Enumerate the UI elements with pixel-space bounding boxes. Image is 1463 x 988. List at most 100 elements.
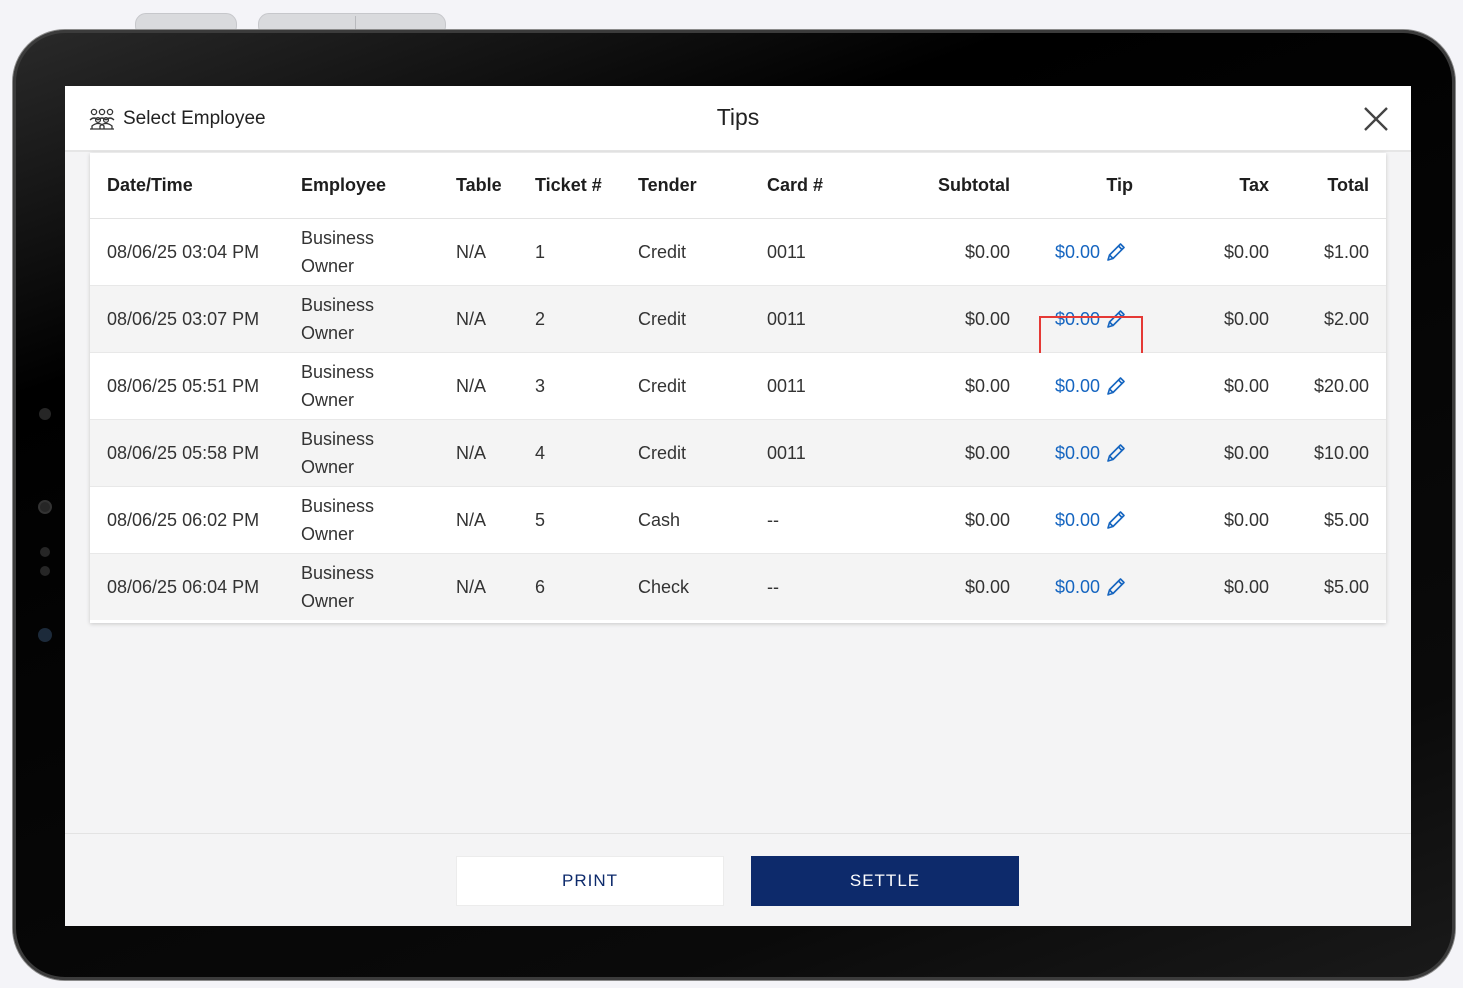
tip-cell: $0.00 xyxy=(1010,419,1160,487)
ticket-cell: 2 xyxy=(535,285,638,353)
tax-cell: $0.00 xyxy=(1160,352,1269,420)
employee-first-line: Business xyxy=(301,429,375,449)
employee-second-line: Owner xyxy=(301,591,355,611)
table-row[interactable]: 08/06/25 03:07 PM Business Owner N/A 2 C… xyxy=(90,285,1386,370)
pencil-icon xyxy=(1107,243,1125,261)
close-button[interactable] xyxy=(1361,104,1391,134)
table-cell: N/A xyxy=(456,352,535,420)
bottom-action-bar: PRINT SETTLE xyxy=(65,833,1411,926)
card-cell: -- xyxy=(767,486,880,554)
column-header: Subtotal xyxy=(880,153,1010,219)
edit-tip-button[interactable]: $0.00 xyxy=(1055,576,1127,598)
table-cell: N/A xyxy=(456,486,535,554)
employee-first-line: Business xyxy=(301,228,375,248)
ticket-cell: 6 xyxy=(535,553,638,620)
total-cell: $20.00 xyxy=(1269,352,1386,420)
employee-cell: Business Owner xyxy=(301,352,456,420)
employee-first-line: Business xyxy=(301,563,375,583)
page-title: Tips xyxy=(716,104,760,130)
ticket-cell: 3 xyxy=(535,352,638,420)
card-cell: 0011 xyxy=(767,419,880,487)
table-cell: N/A xyxy=(456,419,535,487)
tax-cell: $0.00 xyxy=(1160,285,1269,353)
employee-second-line: Owner xyxy=(301,457,355,477)
column-header: Tax xyxy=(1160,153,1269,219)
tip-amount: $0.00 xyxy=(1055,241,1101,262)
employee-first-line: Business xyxy=(301,362,375,382)
tip-cell: $0.00 xyxy=(1010,218,1160,286)
print-button[interactable]: PRINT xyxy=(456,856,724,906)
table-row[interactable]: 08/06/25 05:58 PM Business Owner N/A 4 C… xyxy=(90,419,1386,487)
column-header: Table xyxy=(456,153,535,219)
table-row[interactable]: 08/06/25 03:04 PM Business Owner N/A 1 C… xyxy=(90,218,1386,286)
ticket-cell: 4 xyxy=(535,419,638,487)
tip-cell: $0.00 xyxy=(1010,486,1160,554)
column-header: Total xyxy=(1269,153,1386,219)
ticket-cell: 1 xyxy=(535,218,638,286)
edit-tip-button[interactable]: $0.00 xyxy=(1055,509,1127,531)
table-header-row: Date/Time Employee Table Ticket # Tender… xyxy=(90,153,1386,219)
tip-amount: $0.00 xyxy=(1055,375,1101,396)
table-cell: N/A xyxy=(456,285,535,353)
card-cell: 0011 xyxy=(767,218,880,286)
table-row[interactable]: 08/06/25 05:51 PM Business Owner N/A 3 C… xyxy=(90,352,1386,420)
employee-first-line: Business xyxy=(301,496,375,516)
total-cell: $5.00 xyxy=(1269,553,1386,620)
camera-dot xyxy=(39,408,51,420)
tip-amount: $0.00 xyxy=(1055,308,1101,329)
card-cell: -- xyxy=(767,553,880,620)
settle-button[interactable]: SETTLE xyxy=(751,856,1019,906)
edit-tip-button[interactable]: $0.00 xyxy=(1039,308,1143,370)
table-cell: N/A xyxy=(456,553,535,620)
subtotal-cell: $0.00 xyxy=(880,218,1010,286)
total-cell: $1.00 xyxy=(1269,218,1386,286)
total-cell: $10.00 xyxy=(1269,419,1386,487)
card-cell: 0011 xyxy=(767,285,880,353)
edit-tip-button[interactable]: $0.00 xyxy=(1055,375,1127,397)
pencil-icon xyxy=(1107,377,1125,395)
employee-cell: Business Owner xyxy=(301,486,456,554)
camera-lens xyxy=(38,500,52,514)
tender-cell: Credit xyxy=(638,285,767,353)
pencil-icon xyxy=(1107,511,1125,529)
edit-tip-button[interactable]: $0.00 xyxy=(1055,442,1127,464)
employee-cell: Business Owner xyxy=(301,285,456,353)
employee-second-line: Owner xyxy=(301,323,355,343)
tax-cell: $0.00 xyxy=(1160,419,1269,487)
tips-table: Date/Time Employee Table Ticket # Tender… xyxy=(90,153,1386,620)
subtotal-cell: $0.00 xyxy=(880,486,1010,554)
datetime-cell: 08/06/25 05:51 PM xyxy=(90,352,301,420)
edit-tip-button[interactable]: $0.00 xyxy=(1055,241,1127,263)
table-row[interactable]: 08/06/25 06:02 PM Business Owner N/A 5 C… xyxy=(90,486,1386,554)
column-header: Ticket # xyxy=(535,153,638,219)
column-header: Employee xyxy=(301,153,456,219)
close-icon xyxy=(1364,107,1388,131)
datetime-cell: 08/06/25 06:02 PM xyxy=(90,486,301,554)
tax-cell: $0.00 xyxy=(1160,486,1269,554)
column-header: Date/Time xyxy=(90,153,301,219)
column-header: Tender xyxy=(638,153,767,219)
employee-second-line: Owner xyxy=(301,256,355,276)
pencil-icon xyxy=(1107,444,1125,462)
tender-cell: Cash xyxy=(638,486,767,554)
table-row[interactable]: 08/06/25 06:04 PM Business Owner N/A 6 C… xyxy=(90,553,1386,620)
card-cell: 0011 xyxy=(767,352,880,420)
tips-table-card: Date/Time Employee Table Ticket # Tender… xyxy=(90,153,1386,623)
employee-cell: Business Owner xyxy=(301,419,456,487)
datetime-cell: 08/06/25 03:04 PM xyxy=(90,218,301,286)
employee-second-line: Owner xyxy=(301,524,355,544)
tip-amount: $0.00 xyxy=(1055,442,1101,463)
table-cell: N/A xyxy=(456,218,535,286)
tips-screen: Select Employee Tips Date/Time Employee … xyxy=(65,86,1411,926)
tip-amount: $0.00 xyxy=(1055,576,1101,597)
pencil-icon xyxy=(1107,310,1125,328)
column-header: Card # xyxy=(767,153,880,219)
total-cell: $2.00 xyxy=(1269,285,1386,353)
tip-amount: $0.00 xyxy=(1055,509,1101,530)
tip-cell: $0.00 xyxy=(1010,285,1160,370)
top-bar: Select Employee Tips xyxy=(65,86,1411,152)
tip-cell: $0.00 xyxy=(1010,352,1160,420)
employee-first-line: Business xyxy=(301,295,375,315)
tip-cell: $0.00 xyxy=(1010,553,1160,620)
pencil-icon xyxy=(1107,578,1125,596)
